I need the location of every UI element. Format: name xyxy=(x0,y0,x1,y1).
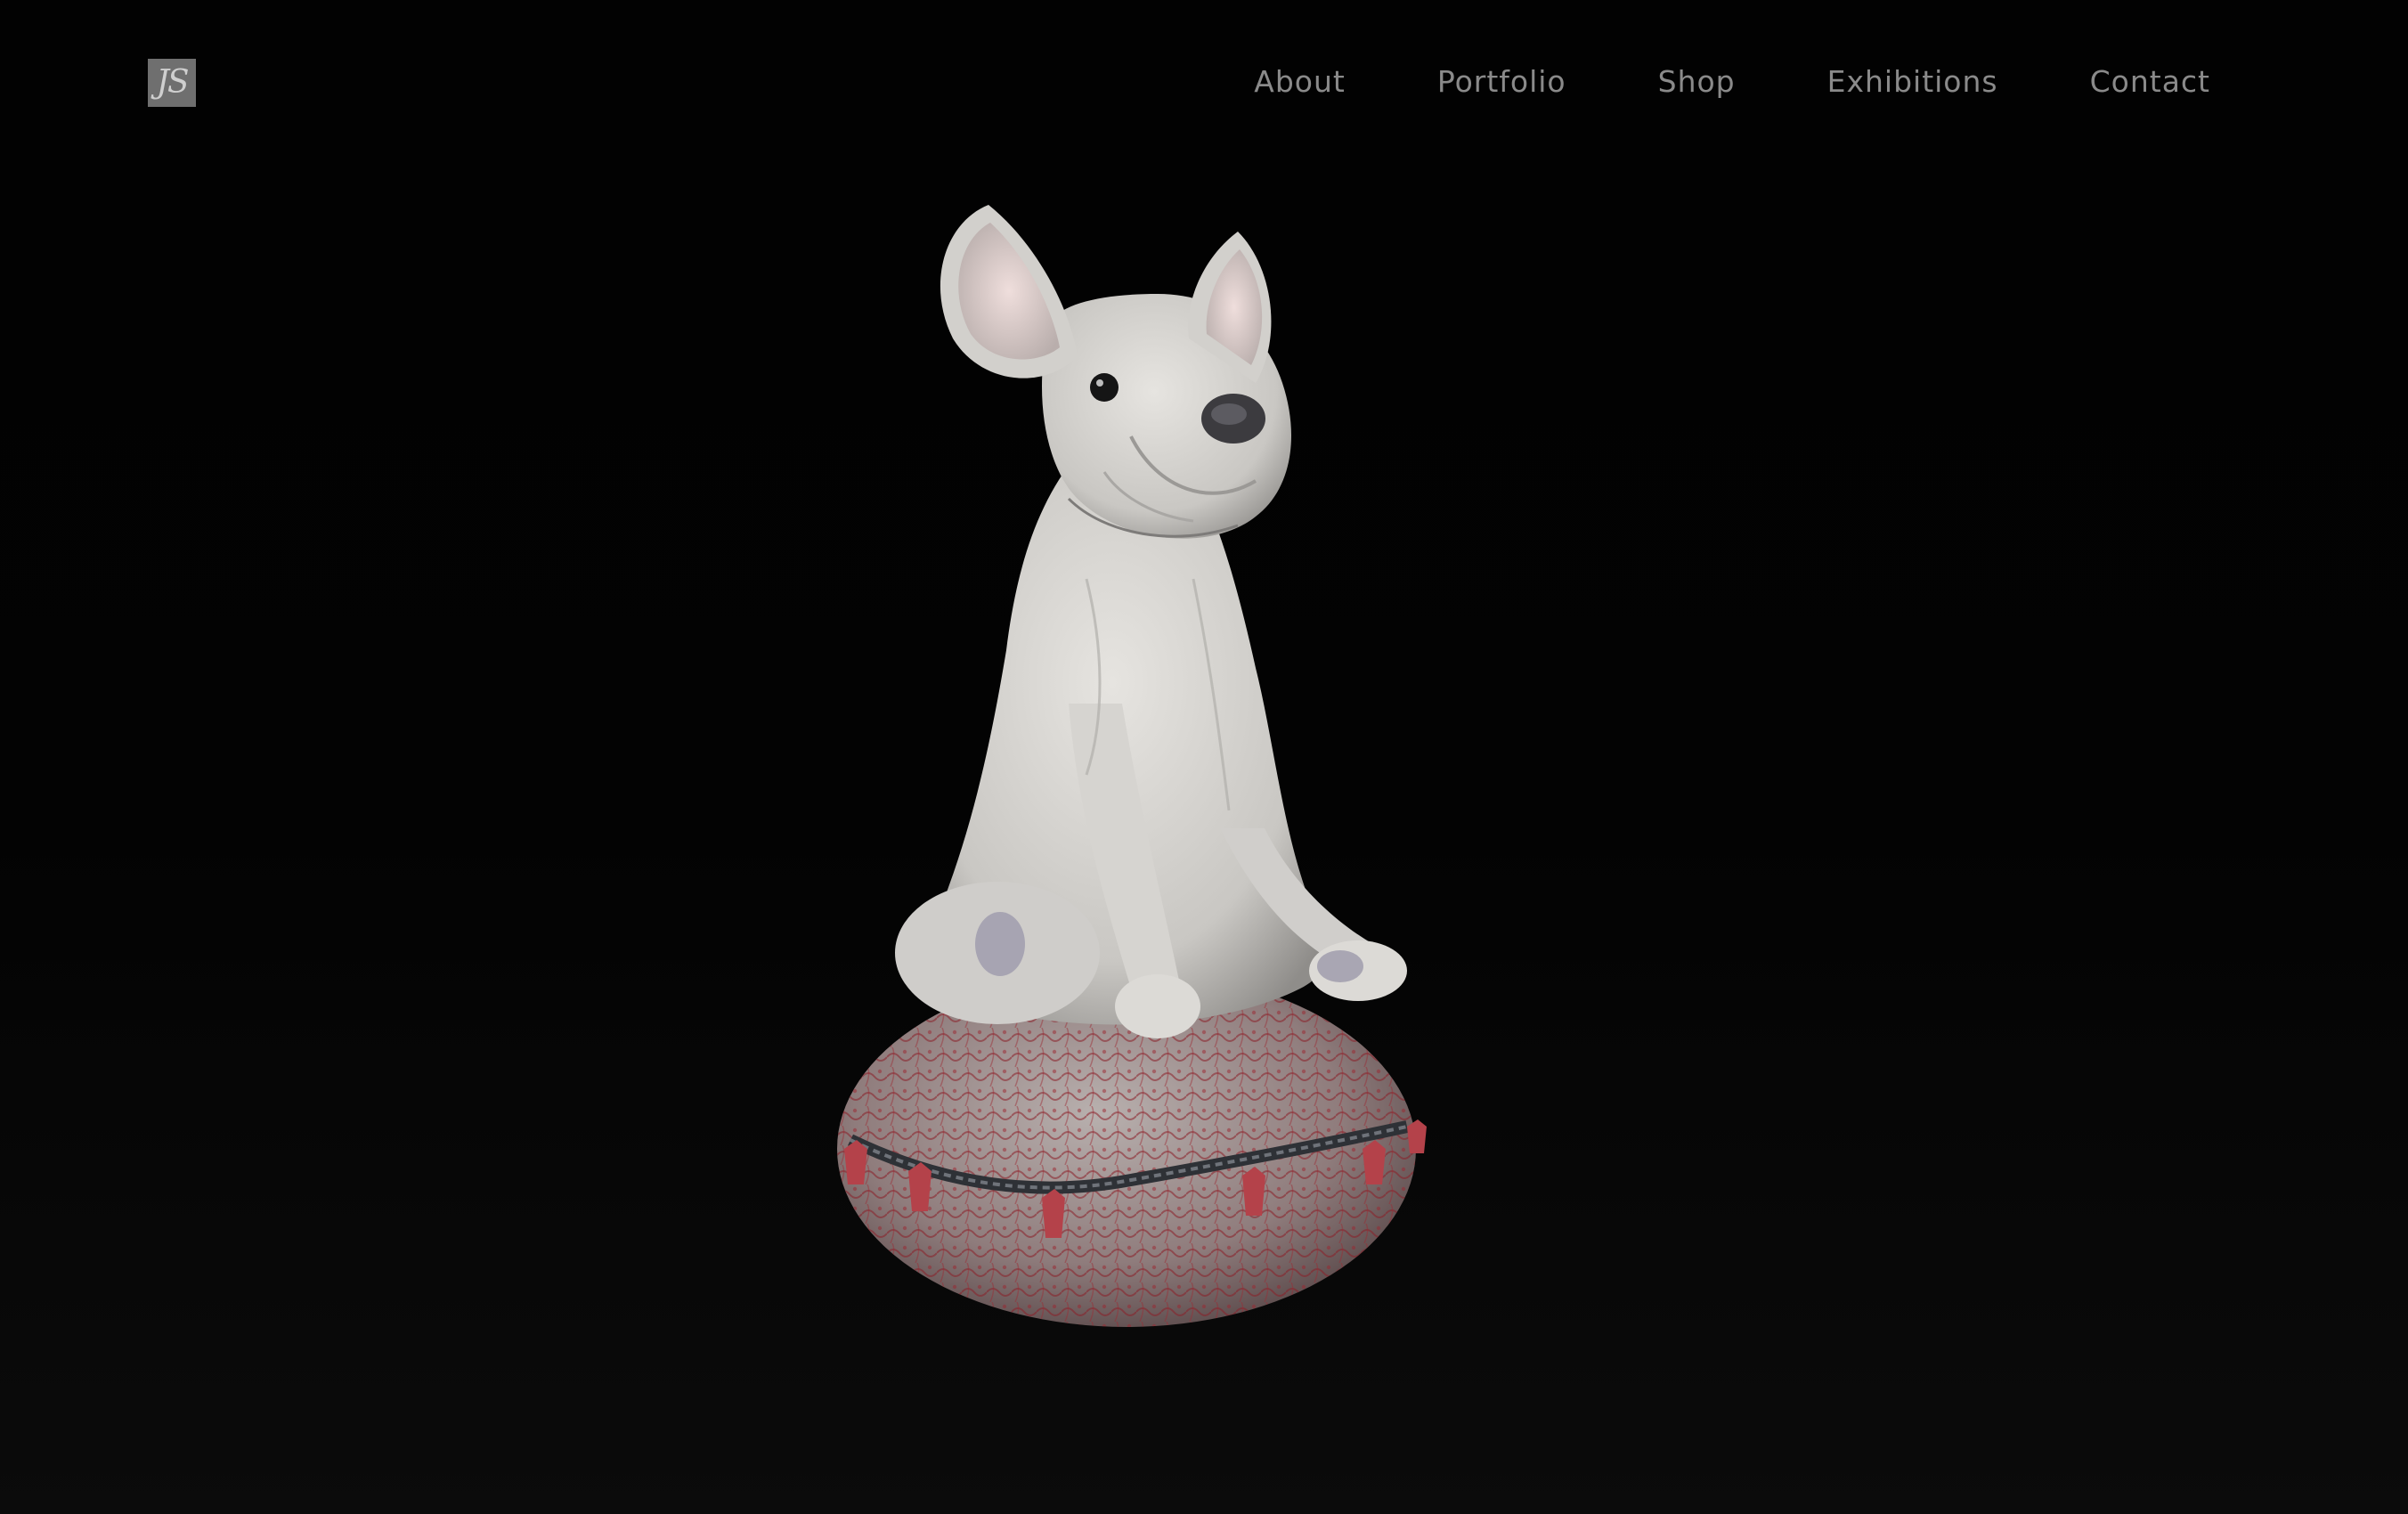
nav-about[interactable]: About xyxy=(1254,64,1346,99)
nav-contact[interactable]: Contact xyxy=(2090,64,2210,99)
hero-image xyxy=(837,205,1496,1345)
nav-exhibitions[interactable]: Exhibitions xyxy=(1827,64,1998,99)
ceramic-bulldog-sculpture-image xyxy=(837,205,1427,1327)
page: JS About Portfolio Shop Exhibitions Cont… xyxy=(0,0,2408,1514)
nav-portfolio[interactable]: Portfolio xyxy=(1437,64,1566,99)
main-nav: About Portfolio Shop Exhibitions Contact xyxy=(1162,57,2210,105)
nav-shop[interactable]: Shop xyxy=(1658,64,1736,99)
site-logo[interactable]: JS xyxy=(148,59,196,107)
